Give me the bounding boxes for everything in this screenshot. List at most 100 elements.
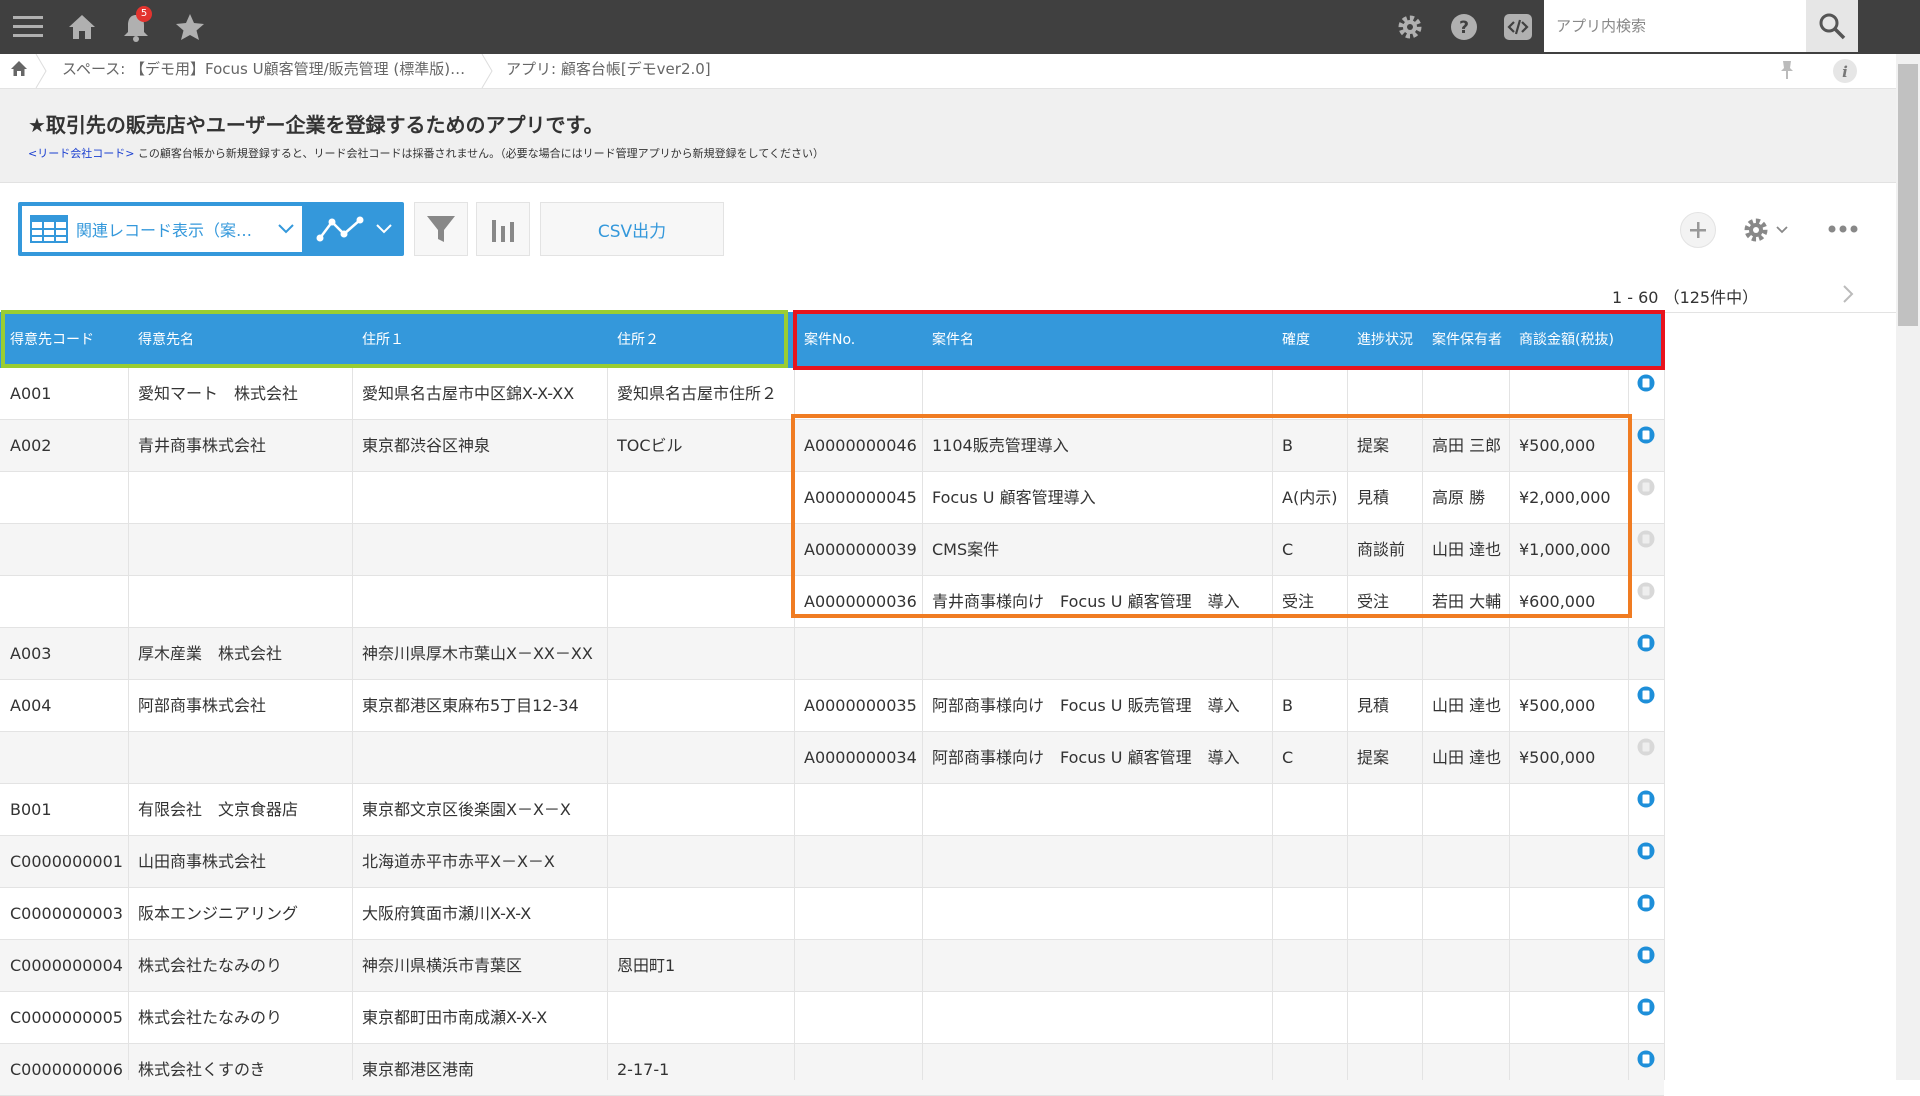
amount-cell: ¥500,000	[1519, 748, 1596, 767]
record-detail-icon[interactable]	[1637, 1050, 1655, 1068]
graph-button[interactable]	[476, 202, 530, 256]
pin-icon[interactable]	[1780, 54, 1794, 88]
customer-name-cell: 阪本エンジニアリング	[138, 904, 299, 923]
address1-cell: 愛知県名古屋市中区錦X-X-XX	[362, 384, 575, 403]
view-selector[interactable]: 関連レコード表示（案…	[18, 202, 404, 256]
probability-cell: A(内示)	[1282, 488, 1338, 507]
column-header[interactable]: 商談金額(税抜)	[1519, 312, 1614, 368]
address1-cell: 大阪府箕面市瀬川X-X-X	[362, 904, 532, 923]
chevron-right-icon	[1843, 285, 1854, 303]
column-header[interactable]: 確度	[1282, 312, 1310, 368]
record-detail-icon[interactable]	[1637, 374, 1655, 392]
customer-name-cell: 株式会社たなみのり	[138, 1008, 283, 1027]
address1-cell: 東京都渋谷区神泉	[362, 436, 491, 455]
column-header[interactable]: 得意先コード	[10, 312, 94, 368]
record-detail-icon[interactable]	[1637, 426, 1655, 444]
column-header[interactable]: 案件保有者	[1432, 312, 1502, 368]
record-detail-icon[interactable]	[1637, 894, 1655, 912]
breadcrumb-app[interactable]: アプリ: 顧客台帳[デモver2.0]	[506, 54, 711, 88]
table-row[interactable]: A002 青井商事株式会社 東京都渋谷区神泉 TOCビル A0000000046 1104…	[0, 420, 1664, 472]
description-note: <リード会社コード> この顧客台帳から新規登録すると、リード会社コードは採番され…	[28, 145, 824, 161]
breadcrumb-space[interactable]: スペース: 【デモ用】Focus U顧客管理/販売管理 (標準版)…	[62, 54, 465, 88]
table-row[interactable]: B001 有限会社 文京食器店 東京都文京区後楽園X－X－X	[0, 784, 1664, 836]
amount-cell: ¥1,000,000	[1519, 540, 1611, 559]
progress-cell: 見積	[1357, 488, 1390, 507]
customer-code-cell: C0000000004	[10, 956, 123, 975]
search-button[interactable]	[1806, 0, 1858, 52]
code-icon[interactable]	[1500, 0, 1536, 54]
table-row[interactable]: A001 愛知マート 株式会社 愛知県名古屋市中区錦X-X-XX 愛知県名古屋市住所２	[0, 368, 1664, 420]
probability-cell: 受注	[1282, 592, 1315, 611]
address1-cell: 北海道赤平市赤平X－X－X	[362, 852, 555, 871]
table-row[interactable]: A0000000034 阿部商事様向け Focus U 顧客管理 導入 C 提案 山田 …	[0, 732, 1664, 784]
customer-name-cell: 山田商事株式会社	[138, 852, 267, 871]
column-divider	[1347, 368, 1348, 1080]
menu-icon[interactable]	[10, 0, 46, 54]
column-header[interactable]: 住所２	[617, 312, 659, 368]
customer-code-cell: C0000000006	[10, 1060, 123, 1079]
address1-cell: 東京都文京区後楽園X－X－X	[362, 800, 571, 819]
table-row[interactable]: A0000000039 CMS案件 C 商談前 山田 達也 ¥1,000,000	[0, 524, 1664, 576]
table-row[interactable]: C0000000001 山田商事株式会社 北海道赤平市赤平X－X－X	[0, 836, 1664, 888]
amount-cell: ¥500,000	[1519, 696, 1596, 715]
search-icon	[1819, 13, 1846, 40]
record-detail-icon[interactable]	[1637, 634, 1655, 652]
customer-code-cell: C0000000001	[10, 852, 123, 871]
table-row[interactable]: C0000000006 株式会社くすのき 東京都港区港南 2-17-1	[0, 1044, 1664, 1096]
search-input[interactable]	[1544, 0, 1806, 52]
next-page-button[interactable]	[1834, 280, 1862, 308]
table-row[interactable]: A003 厚木産業 株式会社 神奈川県厚木市葉山X－XX－XX	[0, 628, 1664, 680]
column-divider	[128, 368, 129, 1080]
customer-name-cell: 有限会社 文京食器店	[138, 800, 299, 819]
csv-export-button[interactable]: CSV出力	[540, 202, 724, 256]
app-settings-button[interactable]	[1742, 214, 1798, 246]
deal-name-cell: 青井商事様向け Focus U 顧客管理 導入	[932, 592, 1240, 611]
help-icon[interactable]: ?	[1446, 0, 1482, 54]
record-detail-icon[interactable]	[1637, 790, 1655, 808]
record-detail-icon[interactable]	[1637, 998, 1655, 1016]
column-header[interactable]: 案件名	[932, 312, 974, 368]
customer-name-cell: 愛知マート 株式会社	[138, 384, 299, 403]
more-options-button[interactable]	[1826, 214, 1860, 244]
breadcrumb-home-icon[interactable]	[10, 54, 28, 88]
home-icon[interactable]	[64, 0, 100, 54]
column-divider	[607, 368, 608, 1080]
graph-selector[interactable]	[308, 202, 404, 256]
table-row[interactable]: C0000000003 阪本エンジニアリング 大阪府箕面市瀬川X-X-X	[0, 888, 1664, 940]
gear-icon[interactable]	[1392, 0, 1428, 54]
table-row[interactable]: A0000000036 青井商事様向け Focus U 顧客管理 導入 受注 受注 若田…	[0, 576, 1664, 628]
view-selector-label: 関連レコード表示（案…	[76, 221, 253, 240]
progress-cell: 商談前	[1357, 540, 1406, 559]
record-detail-icon[interactable]	[1637, 946, 1655, 964]
column-divider	[1664, 368, 1665, 1080]
table-row[interactable]: A004 阿部商事株式会社 東京都港区東麻布5丁目12-34 A0000000035 阿…	[0, 680, 1664, 732]
info-icon[interactable]: i	[1832, 54, 1858, 88]
deal-owner-cell: 山田 達也	[1432, 540, 1502, 559]
progress-cell: 提案	[1357, 748, 1390, 767]
filter-button[interactable]	[414, 202, 468, 256]
amount-cell: ¥500,000	[1519, 436, 1596, 455]
deal-name-cell: 阿部商事様向け Focus U 販売管理 導入	[932, 696, 1240, 715]
address1-cell: 東京都港区東麻布5丁目12-34	[362, 696, 579, 715]
column-divider	[1272, 368, 1273, 1080]
column-header[interactable]: 案件No.	[804, 312, 855, 368]
column-header[interactable]: 進捗状況	[1357, 312, 1413, 368]
table-row[interactable]: C0000000004 株式会社たなみのり 神奈川県横浜市青葉区 恩田町1	[0, 940, 1664, 992]
record-detail-icon[interactable]	[1637, 842, 1655, 860]
scrollbar-thumb[interactable]	[1898, 64, 1918, 326]
column-header[interactable]: 住所１	[362, 312, 404, 368]
table-row[interactable]: A0000000045 Focus U 顧客管理導入 A(内示) 見積 高原 勝 ¥2,0…	[0, 472, 1664, 524]
table-row[interactable]: C0000000005 株式会社たなみのり 東京都町田市南成瀬X-X-X	[0, 992, 1664, 1044]
column-divider	[794, 368, 795, 1080]
progress-cell: 提案	[1357, 436, 1390, 455]
add-record-button[interactable]	[1680, 212, 1716, 248]
record-detail-icon[interactable]	[1637, 686, 1655, 704]
star-icon[interactable]	[172, 0, 208, 54]
column-header[interactable]: 得意先名	[138, 312, 194, 368]
customer-name-cell: 株式会社くすのき	[138, 1060, 266, 1079]
deal-name-cell: Focus U 顧客管理導入	[932, 488, 1096, 507]
column-divider	[1628, 368, 1629, 1080]
customer-name-cell: 青井商事株式会社	[138, 436, 267, 455]
customer-code-cell: B001	[10, 800, 52, 819]
progress-cell: 見積	[1357, 696, 1390, 715]
